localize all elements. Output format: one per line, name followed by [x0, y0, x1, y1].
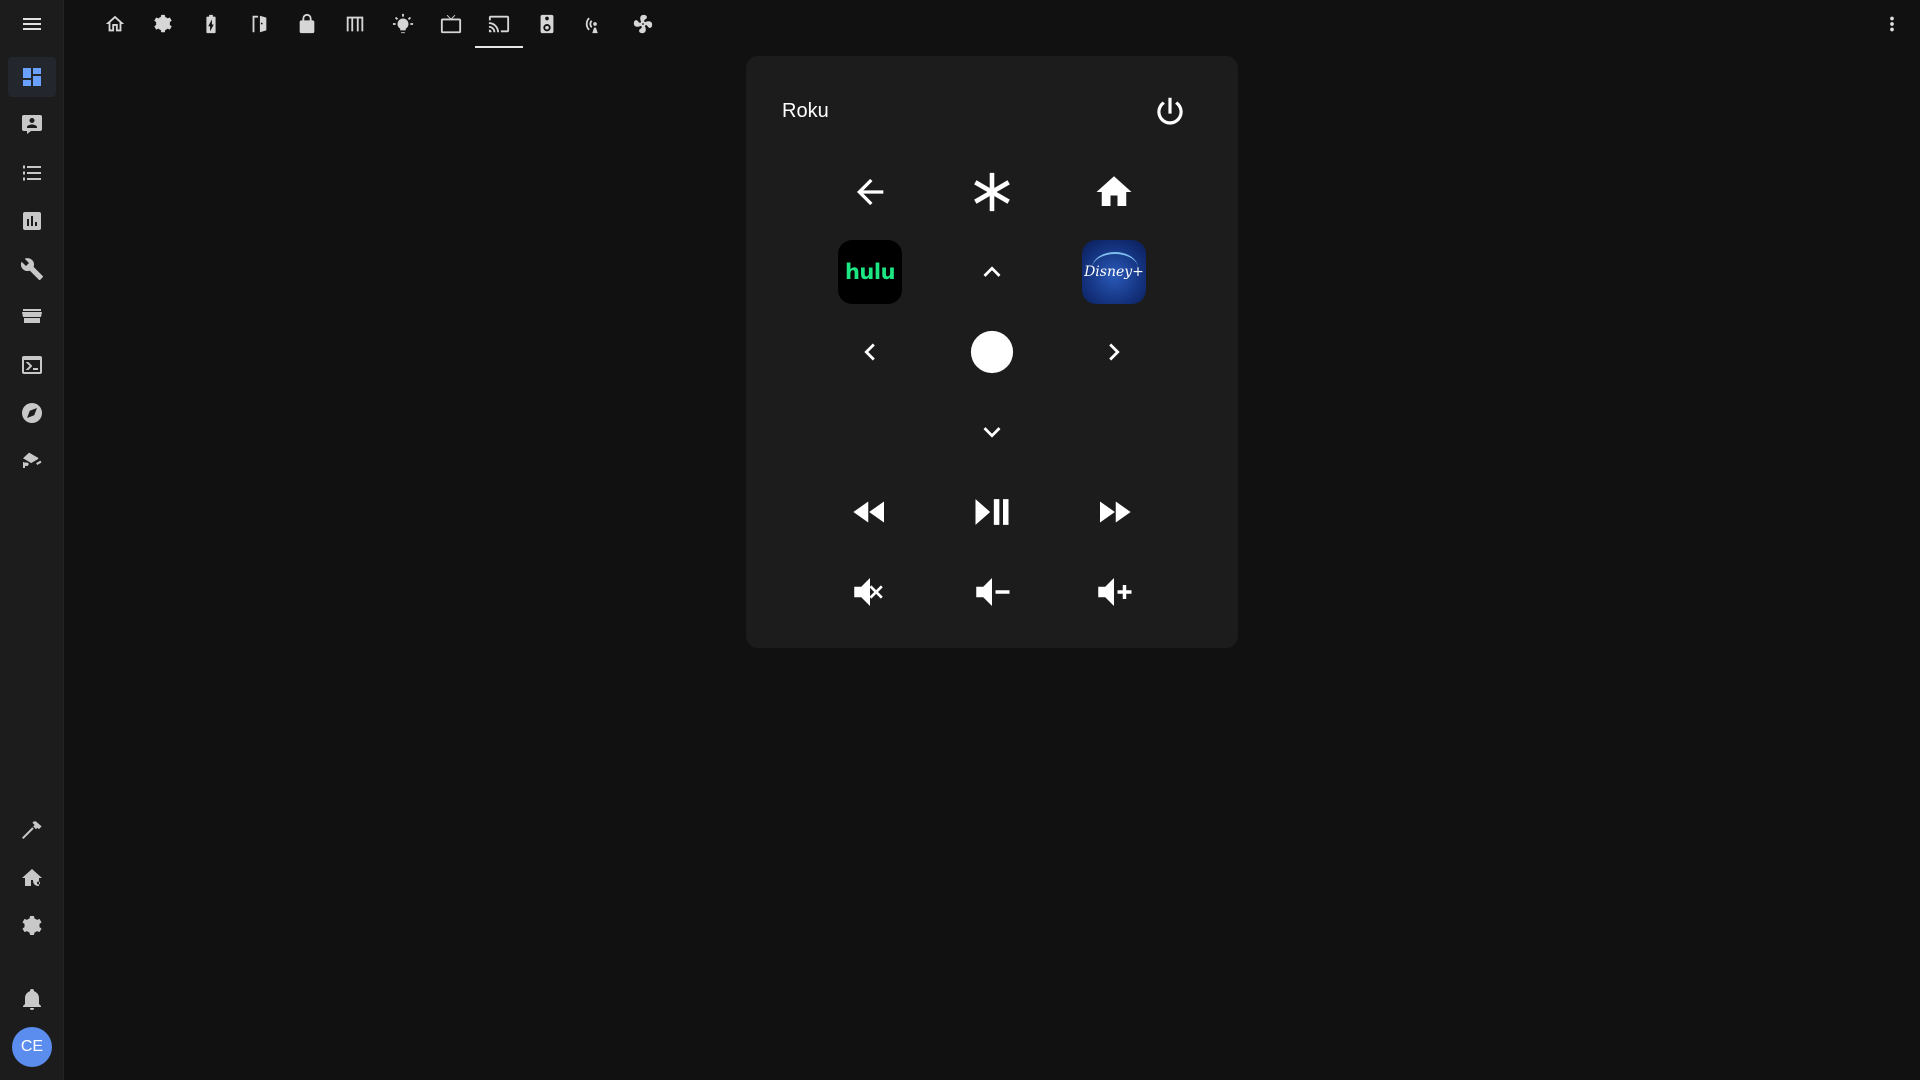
tab-door[interactable]	[235, 0, 283, 48]
back-button[interactable]	[838, 160, 902, 224]
fast-forward-icon	[1100, 501, 1131, 523]
battery-charging-icon	[206, 14, 216, 34]
sidebar-item-notifications[interactable]	[8, 979, 56, 1019]
sidebar-item-hacs[interactable]	[8, 297, 56, 337]
tab-fan[interactable]	[619, 0, 667, 48]
volume-mute-icon	[854, 578, 883, 606]
lock-icon	[299, 13, 315, 34]
play-pause-icon	[975, 499, 1009, 525]
cast-icon	[488, 15, 510, 33]
tab-battery[interactable]	[187, 0, 235, 48]
sidebar: CE	[0, 0, 64, 1080]
volume-plus-icon	[1098, 578, 1132, 606]
info-button[interactable]	[960, 160, 1024, 224]
sidebar-item-cameras[interactable]	[8, 441, 56, 481]
menu-button[interactable]	[12, 4, 52, 44]
compass-icon	[22, 403, 42, 423]
chevron-right-icon	[1109, 343, 1120, 361]
dots-vertical-icon	[1890, 16, 1894, 32]
power-button[interactable]	[1146, 88, 1194, 136]
bell-icon	[23, 989, 41, 1010]
power-icon	[1157, 97, 1183, 125]
lightbulb-icon	[392, 13, 414, 34]
up-button[interactable]	[960, 240, 1024, 304]
wrench-icon	[20, 258, 43, 280]
chevron-down-icon	[983, 427, 1001, 438]
blinds-icon	[346, 16, 364, 32]
down-button[interactable]	[960, 400, 1024, 464]
view-tabs	[91, 0, 667, 48]
tab-speaker[interactable]	[523, 0, 571, 48]
home-icon	[1096, 176, 1132, 206]
access-point-icon	[585, 17, 598, 34]
speaker-icon	[540, 14, 554, 34]
chevron-up-icon	[983, 266, 1001, 277]
chevron-left-icon	[864, 343, 875, 361]
gear-icon	[154, 14, 172, 33]
cctv-icon	[23, 452, 42, 468]
sidebar-item-terminal[interactable]	[8, 345, 56, 385]
chart-box-icon	[23, 212, 41, 230]
sidebar-item-map[interactable]	[8, 105, 56, 145]
sidebar-item-media[interactable]	[8, 393, 56, 433]
television-icon	[440, 14, 462, 34]
arrow-left-icon	[857, 178, 884, 206]
overflow-menu-button[interactable]	[1872, 4, 1912, 44]
sidebar-item-config-tools[interactable]	[8, 249, 56, 289]
sidebar-item-history[interactable]	[8, 201, 56, 241]
card-title: Roku	[782, 100, 829, 122]
view-dashboard-icon	[23, 68, 41, 86]
tab-tv[interactable]	[427, 0, 475, 48]
select-button[interactable]	[960, 320, 1024, 384]
rewind-button[interactable]	[838, 480, 902, 544]
home-button[interactable]	[1082, 160, 1146, 224]
asterisk-icon	[974, 172, 1010, 212]
store-icon	[22, 309, 42, 323]
volume-minus-icon	[976, 578, 1010, 606]
tab-wifi[interactable]	[571, 0, 619, 48]
tab-cast[interactable]	[475, 0, 523, 48]
account-box-icon	[22, 115, 42, 134]
home-outline-icon	[105, 15, 125, 32]
menu-icon	[23, 18, 41, 30]
roku-remote-card: Roku hulu Disney+	[746, 56, 1238, 648]
circle-icon	[970, 330, 1014, 374]
mute-button[interactable]	[838, 560, 902, 624]
door-open-icon	[252, 15, 267, 33]
home-cog-icon	[22, 869, 42, 886]
console-icon	[22, 356, 42, 374]
play-pause-button[interactable]	[960, 480, 1024, 544]
disney-plus-logo: Disney+	[1082, 240, 1146, 304]
volume-down-button[interactable]	[960, 560, 1024, 624]
sidebar-item-settings[interactable]	[8, 906, 56, 946]
gear-icon	[22, 916, 42, 935]
app-disney-plus-button[interactable]: Disney+	[1082, 240, 1146, 304]
hammer-icon	[22, 821, 42, 839]
sidebar-item-developer-tools[interactable]	[8, 810, 56, 850]
sidebar-item-overview[interactable]	[8, 57, 56, 97]
sidebar-item-logbook[interactable]	[8, 153, 56, 193]
left-button[interactable]	[838, 320, 902, 384]
fast-forward-button[interactable]	[1082, 480, 1146, 544]
tab-blinds[interactable]	[331, 0, 379, 48]
fan-icon	[633, 14, 653, 34]
right-button[interactable]	[1082, 320, 1146, 384]
hulu-logo: hulu	[838, 240, 902, 304]
avatar[interactable]: CE	[12, 1027, 52, 1067]
tab-home[interactable]	[91, 0, 139, 48]
tab-lock[interactable]	[283, 0, 331, 48]
rewind-icon	[853, 501, 884, 523]
sidebar-item-areas[interactable]	[8, 858, 56, 898]
volume-up-button[interactable]	[1082, 560, 1146, 624]
tab-lights[interactable]	[379, 0, 427, 48]
app-hulu-button[interactable]: hulu	[838, 240, 902, 304]
tab-settings[interactable]	[139, 0, 187, 48]
format-list-bulleted-icon	[23, 165, 41, 181]
